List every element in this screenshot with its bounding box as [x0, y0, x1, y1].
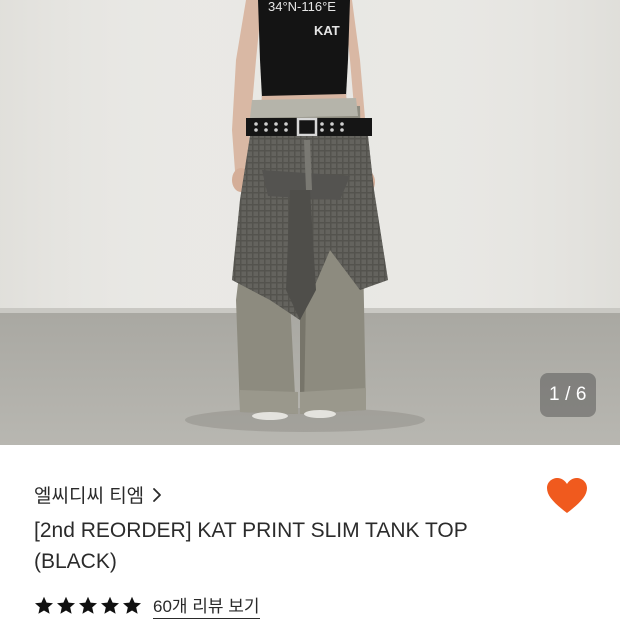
star-icon [79, 596, 97, 614]
brand-link[interactable]: 엘씨디씨 티엠 [34, 481, 162, 508]
product-image-carousel[interactable]: 34°N-116°E KAT 1 / 6 [0, 0, 620, 445]
product-photo: 34°N-116°E KAT [0, 0, 620, 445]
star-icon [101, 596, 119, 614]
product-title-line-2: (BLACK) [34, 550, 117, 573]
rating-stars [34, 596, 142, 615]
heart-icon[interactable] [546, 477, 588, 515]
product-title: [2nd REORDER] KAT PRINT SLIM TANK TOP (B… [34, 515, 504, 577]
image-counter-current: 1 [549, 384, 561, 405]
product-info-section: 엘씨디씨 티엠 [2nd REORDER] KAT PRINT SLIM TAN… [0, 445, 620, 620]
chevron-right-icon [153, 487, 162, 502]
image-counter-separator: / [565, 384, 571, 405]
view-reviews-link[interactable]: 60개 리뷰 보기 [153, 592, 260, 619]
brand-name: 엘씨디씨 티엠 [34, 486, 145, 507]
rating-row: 60개 리뷰 보기 [34, 592, 260, 619]
star-icon [57, 596, 75, 614]
image-counter-total: 6 [575, 384, 587, 405]
product-title-line-1: [2nd REORDER] KAT PRINT SLIM TANK TOP [34, 519, 468, 542]
star-icon [123, 596, 141, 614]
shirt-print-logo: KAT [314, 23, 340, 38]
star-icon [35, 596, 53, 614]
image-counter-badge: 1 / 6 [540, 373, 596, 417]
shirt-print-coordinates: 34°N-116°E [268, 0, 336, 14]
